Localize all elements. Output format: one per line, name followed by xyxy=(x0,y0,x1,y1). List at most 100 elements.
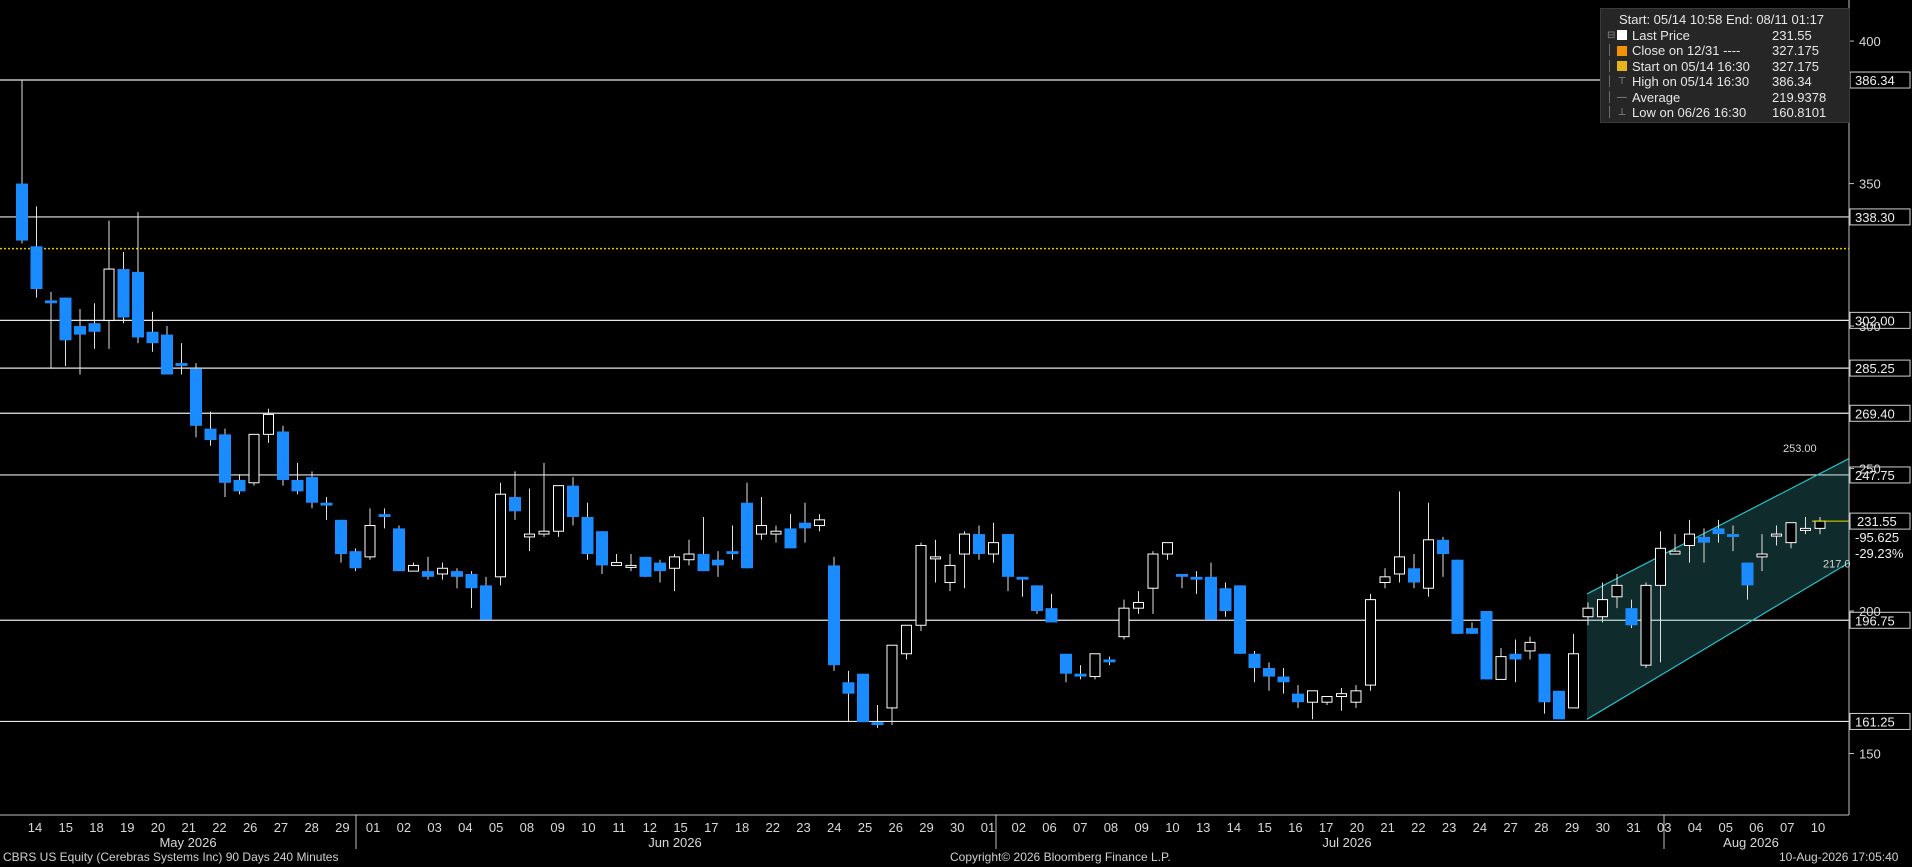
candle-body-down xyxy=(45,300,57,304)
candle xyxy=(1336,687,1347,711)
x-tick-label: 15 xyxy=(673,820,687,835)
x-tick-label: 18 xyxy=(735,820,749,835)
x-tick-label: 20 xyxy=(151,820,165,835)
x-tick-label: 21 xyxy=(1380,820,1394,835)
candle-body-down xyxy=(1553,690,1565,720)
candle xyxy=(1045,593,1058,623)
candle xyxy=(683,539,695,566)
candle-body-up xyxy=(1089,653,1101,678)
last-price-tag: 231.55 xyxy=(1849,512,1911,530)
candle-body-up xyxy=(886,644,898,709)
candle xyxy=(1162,542,1173,560)
candle xyxy=(1307,690,1318,720)
legend-value: 327.175 xyxy=(1772,58,1819,74)
x-tick-label: 15 xyxy=(1257,820,1271,835)
channel-fill xyxy=(1587,458,1849,720)
candle-body-down xyxy=(335,519,347,555)
candle xyxy=(741,482,753,569)
candle-body-down xyxy=(451,571,463,577)
candle xyxy=(1147,551,1159,614)
candle-body-down xyxy=(161,334,173,375)
candle-body-up xyxy=(915,544,927,626)
candle xyxy=(1321,696,1333,706)
x-tick-label: 07 xyxy=(1073,820,1087,835)
candle-body-down xyxy=(1103,659,1116,663)
x-tick-label: 19 xyxy=(120,820,134,835)
candle-body-up xyxy=(814,519,825,527)
candle-body-up xyxy=(669,556,680,569)
candle-body-down xyxy=(741,502,753,569)
x-tick-label: 15 xyxy=(59,820,73,835)
candlestick-chart: 386.34338.30302.00285.25269.40247.75196.… xyxy=(0,0,1911,850)
level-tag-label: 269.40 xyxy=(1855,406,1895,421)
candle xyxy=(495,482,506,586)
x-tick-label: 10 xyxy=(1811,820,1825,835)
x-tick-label: 08 xyxy=(1104,820,1118,835)
candle-body-up xyxy=(1394,556,1405,575)
candle-body-down xyxy=(1698,536,1710,543)
x-tick-label: 24 xyxy=(827,820,841,835)
x-tick-label: 05 xyxy=(1719,820,1733,835)
month-label: Jun 2026 xyxy=(648,835,702,850)
candle-body-up xyxy=(901,624,912,655)
candle-body-up xyxy=(625,564,637,568)
candle xyxy=(306,471,318,509)
x-tick-label: 26 xyxy=(889,820,903,835)
candle xyxy=(16,80,28,244)
candle-body-up xyxy=(683,553,695,561)
candle xyxy=(30,206,43,298)
candle-body-down xyxy=(175,363,188,366)
candle-body-down xyxy=(567,485,579,517)
legend-row: │ ⊤ High on 05/14 16:30 386.34 xyxy=(1607,74,1843,90)
candle xyxy=(1538,653,1551,714)
candle xyxy=(146,311,159,352)
candle xyxy=(726,525,739,560)
candle xyxy=(480,576,492,620)
candle xyxy=(1190,571,1203,594)
candle-body-down xyxy=(1234,585,1246,654)
candle xyxy=(335,519,347,563)
date-axis: 14 15 18 19 20 21 22 26 27 28 29 01 02 03 04 05 08 09 10 11… xyxy=(28,815,1825,850)
legend-label: Close on 12/31 ---- xyxy=(1632,43,1741,58)
x-tick-label: 29 xyxy=(1565,820,1579,835)
candle xyxy=(625,554,637,572)
candle-body-down xyxy=(784,528,797,549)
candle xyxy=(1466,622,1478,634)
candle xyxy=(1495,648,1507,680)
legend-row: │ — Average 219.9378 xyxy=(1607,90,1843,106)
candle-body-down xyxy=(422,571,434,577)
x-tick-label: 23 xyxy=(796,820,810,835)
candle-body-down xyxy=(639,556,652,577)
x-tick-label: 25 xyxy=(858,820,872,835)
candle-body-down xyxy=(1045,608,1058,623)
candle-body-down xyxy=(291,479,304,492)
candle xyxy=(1640,582,1652,669)
candle xyxy=(291,462,304,495)
candle-body-up xyxy=(959,533,970,555)
x-tick-label: 08 xyxy=(520,820,534,835)
legend-row: │ Close on 12/31 ---- 327.175 xyxy=(1607,43,1843,59)
change-label: -95.625 xyxy=(1855,530,1899,545)
candle xyxy=(1248,650,1261,683)
x-tick-label: 29 xyxy=(919,820,933,835)
candle-body-down xyxy=(1031,585,1043,612)
legend-swatch xyxy=(1617,61,1627,72)
candle-body-down xyxy=(146,331,159,344)
candle xyxy=(233,474,246,495)
level-tag-label: 386.34 xyxy=(1855,73,1895,88)
candle-body-up xyxy=(1350,690,1362,703)
x-tick-label: 13 xyxy=(1196,820,1210,835)
candle xyxy=(88,303,101,349)
candle-body-down xyxy=(349,551,362,569)
legend-label: Last Price xyxy=(1632,27,1690,43)
level-tag: 386.34 xyxy=(1849,71,1911,89)
candle-body-down xyxy=(697,554,710,572)
candle xyxy=(1509,639,1522,683)
candle xyxy=(349,548,362,572)
candle-body-up xyxy=(553,485,564,532)
candle xyxy=(378,508,391,529)
channel-top-label: 253.00 xyxy=(1783,443,1817,455)
candle-body-up xyxy=(611,562,622,566)
channel-mid-label: 217.0 xyxy=(1823,559,1851,571)
candle xyxy=(1016,576,1029,597)
